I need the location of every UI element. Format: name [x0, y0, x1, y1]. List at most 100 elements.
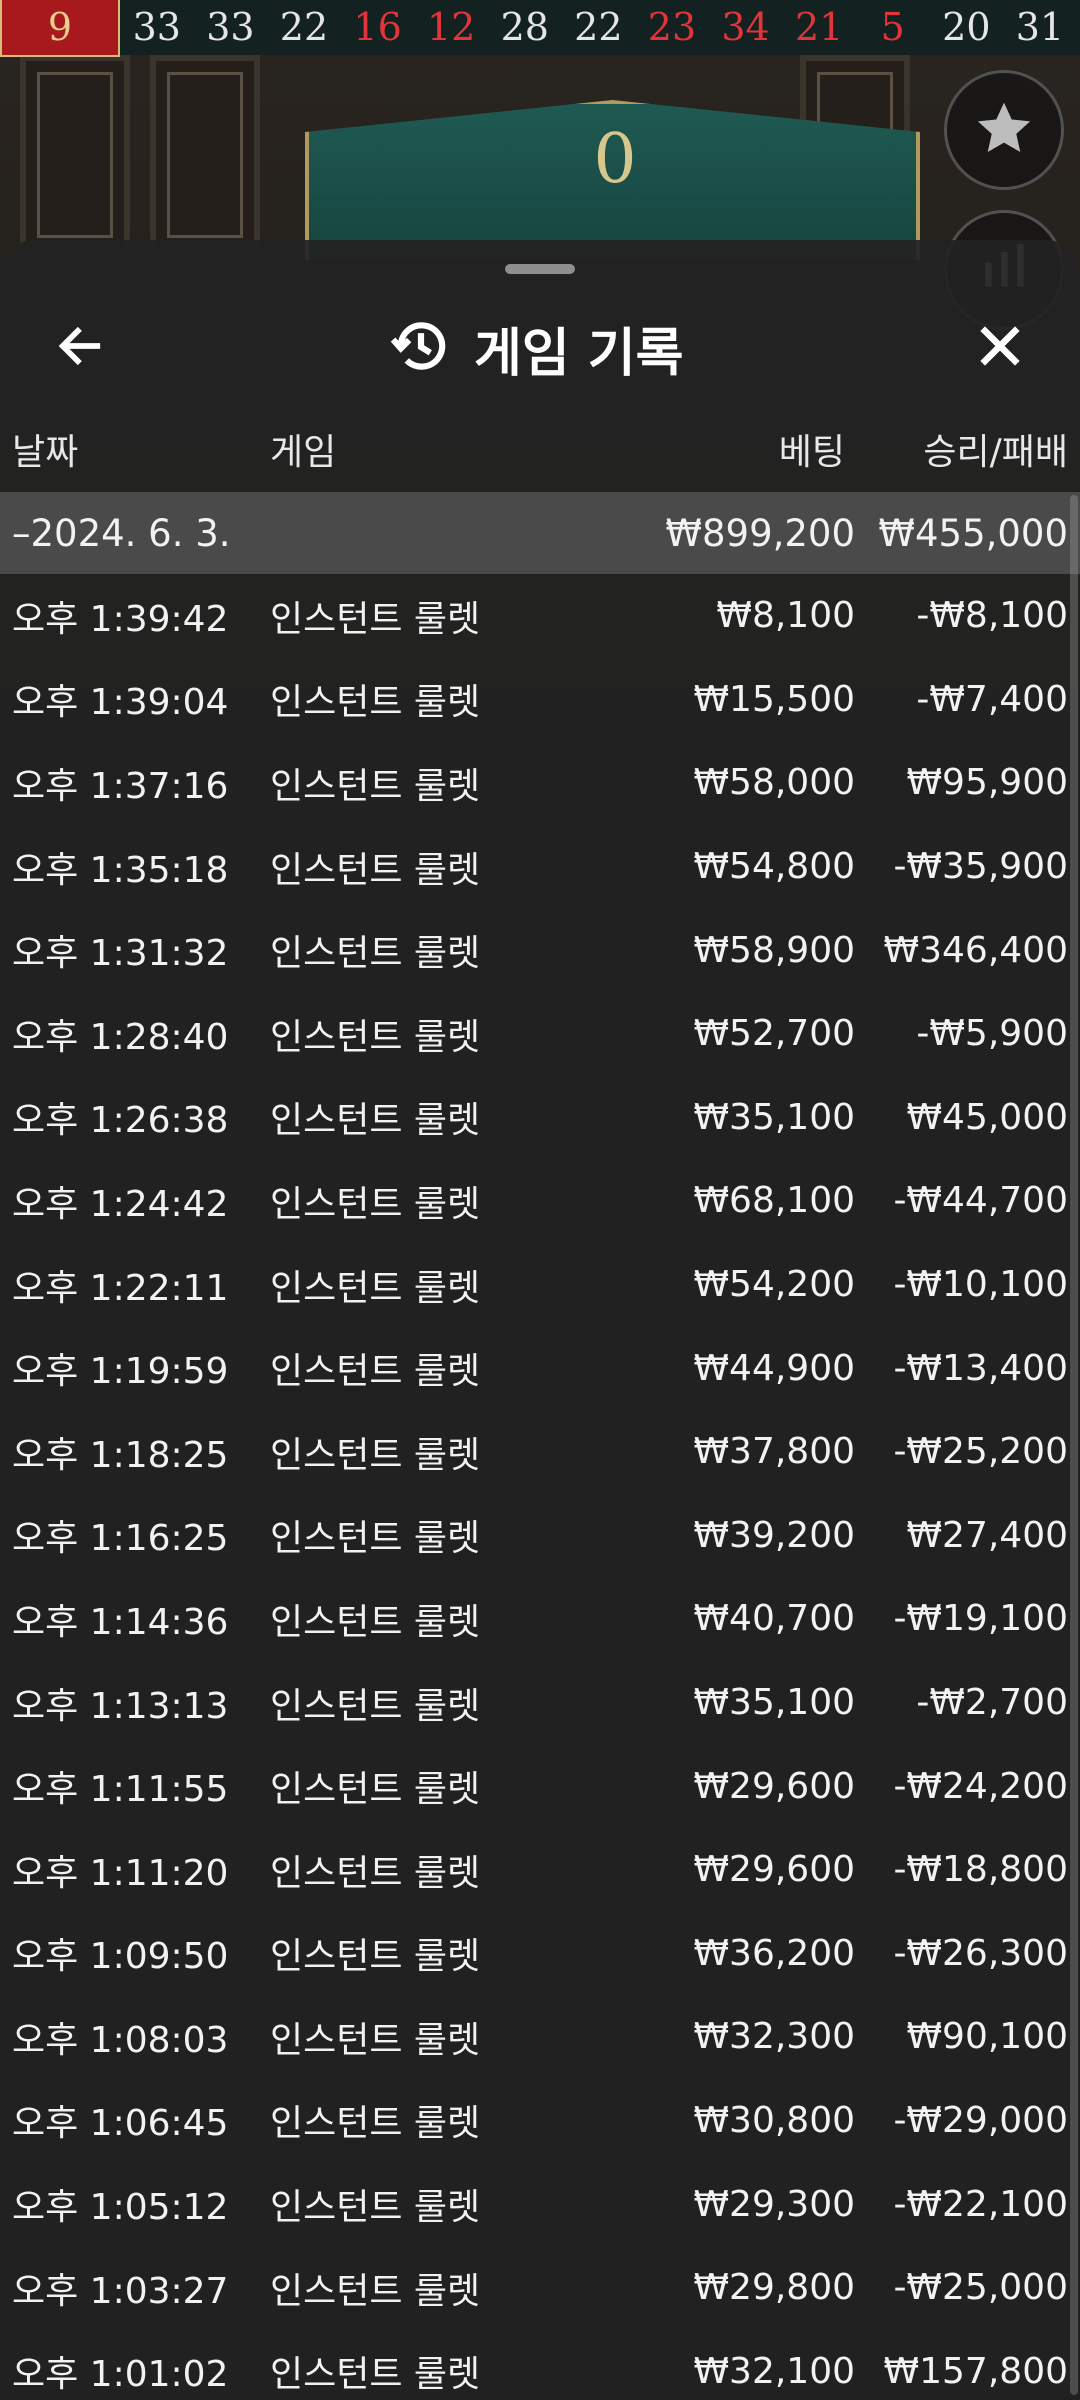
row-bet: ₩58,900	[693, 929, 855, 971]
row-time: 오후 1:18:25	[12, 1434, 229, 1476]
row-game: 인스턴트 룰렛	[270, 1685, 481, 1727]
history-number: 22	[279, 5, 329, 49]
table-row[interactable]: 오후 1:06:45 인스턴트 룰렛 ₩30,800 -₩29,000	[0, 2079, 1080, 2163]
history-number: 16	[353, 5, 402, 49]
row-game: 인스턴트 룰렛	[270, 1183, 481, 1225]
table-row[interactable]: 오후 1:35:18 인스턴트 룰렛 ₩54,800 -₩35,900	[0, 825, 1080, 909]
row-bet: ₩29,300	[693, 2183, 855, 2225]
row-game: 인스턴트 룰렛	[270, 2270, 481, 2312]
sheet-drag-handle[interactable]	[505, 264, 575, 274]
history-number: 33	[206, 5, 255, 49]
history-number-latest: 9	[0, 0, 120, 57]
table-row[interactable]: 오후 1:28:40 인스턴트 룰렛 ₩52,700 -₩5,900	[0, 992, 1080, 1076]
row-bet: ₩29,600	[693, 1765, 855, 1807]
row-game: 인스턴트 룰렛	[270, 1769, 481, 1811]
row-result: -₩25,000	[893, 2267, 1068, 2309]
table-row[interactable]: 오후 1:11:55 인스턴트 룰렛 ₩29,600 -₩24,200	[0, 1744, 1080, 1828]
table-row[interactable]: 오후 1:01:02 인스턴트 룰렛 ₩32,100 ₩157,800	[0, 2329, 1080, 2400]
table-row[interactable]: 오후 1:39:04 인스턴트 룰렛 ₩15,500 -₩7,400	[0, 658, 1080, 742]
row-bet: ₩58,000	[693, 762, 855, 804]
row-game: 인스턴트 룰렛	[270, 765, 481, 807]
row-time: 오후 1:19:59	[12, 1351, 229, 1393]
row-game: 인스턴트 룰렛	[270, 1601, 481, 1643]
row-result: -₩19,100	[893, 1598, 1068, 1640]
row-game: 인스턴트 룰렛	[270, 2103, 481, 2145]
table-row[interactable]: 오후 1:31:32 인스턴트 룰렛 ₩58,900 ₩346,400	[0, 908, 1080, 992]
table-row[interactable]: 오후 1:24:42 인스턴트 룰렛 ₩68,100 -₩44,700	[0, 1159, 1080, 1243]
row-time: 오후 1:39:42	[12, 598, 229, 640]
table-row[interactable]: 오후 1:08:03 인스턴트 룰렛 ₩32,300 ₩90,100	[0, 1995, 1080, 2079]
column-header-bet: 베팅	[778, 432, 845, 473]
wall-panel	[20, 55, 130, 255]
row-result: ₩45,000	[906, 1096, 1068, 1138]
table-row[interactable]: 오후 1:18:25 인스턴트 룰렛 ₩37,800 -₩25,200	[0, 1410, 1080, 1494]
row-result: -₩35,900	[893, 846, 1068, 888]
star-icon	[972, 96, 1036, 164]
row-result: -₩44,700	[893, 1180, 1068, 1222]
arrow-left-icon	[54, 320, 106, 376]
row-bet: ₩29,600	[693, 1849, 855, 1891]
table-row[interactable]: 오후 1:37:16 인스턴트 룰렛 ₩58,000 ₩95,900	[0, 741, 1080, 825]
row-time: 오후 1:01:02	[12, 2354, 229, 2396]
row-bet: ₩52,700	[693, 1013, 855, 1055]
row-result: ₩27,400	[906, 1514, 1068, 1556]
sheet-header: 게임 기록	[0, 290, 1080, 410]
table-row[interactable]: 오후 1:11:20 인스턴트 룰렛 ₩29,600 -₩18,800	[0, 1828, 1080, 1912]
row-game: 인스턴트 룰렛	[270, 933, 481, 975]
row-result: -₩18,800	[893, 1849, 1068, 1891]
table-row[interactable]: 오후 1:22:11 인스턴트 룰렛 ₩54,200 -₩10,100	[0, 1243, 1080, 1327]
date-group-row[interactable]: –2024. 6. 3. ₩899,200 ₩455,000	[0, 492, 1080, 574]
row-time: 오후 1:11:20	[12, 1852, 229, 1894]
table-row[interactable]: 오후 1:14:36 인스턴트 룰렛 ₩40,700 -₩19,100	[0, 1577, 1080, 1661]
row-game: 인스턴트 룰렛	[270, 1434, 481, 1476]
row-game: 인스턴트 룰렛	[270, 849, 481, 891]
back-button[interactable]	[40, 308, 120, 388]
close-button[interactable]	[960, 308, 1040, 388]
row-result: ₩95,900	[906, 762, 1068, 804]
history-table: –2024. 6. 3. ₩899,200 ₩455,000 오후 1:39:4…	[0, 492, 1080, 2400]
table-row[interactable]: 오후 1:16:25 인스턴트 룰렛 ₩39,200 ₩27,400	[0, 1494, 1080, 1578]
table-row[interactable]: 오후 1:03:27 인스턴트 룰렛 ₩29,800 -₩25,000	[0, 2246, 1080, 2330]
row-time: 오후 1:03:27	[12, 2270, 229, 2312]
row-bet: ₩32,300	[693, 2016, 855, 2058]
row-time: 오후 1:09:50	[12, 1936, 229, 1978]
row-time: 오후 1:24:42	[12, 1183, 229, 1225]
row-game: 인스턴트 룰렛	[270, 1936, 481, 1978]
history-number: 33	[132, 5, 181, 49]
scrollbar[interactable]	[1070, 495, 1078, 2395]
row-time: 오후 1:22:11	[12, 1267, 229, 1309]
history-number: 12	[426, 5, 476, 49]
row-bet: ₩35,100	[693, 1096, 855, 1138]
row-time: 오후 1:28:40	[12, 1016, 229, 1058]
history-number: 20	[942, 5, 991, 49]
row-game: 인스턴트 룰렛	[270, 1518, 481, 1560]
close-icon	[974, 320, 1026, 376]
favorite-button[interactable]	[944, 70, 1064, 190]
row-game: 인스턴트 룰렛	[270, 2187, 481, 2229]
table-row[interactable]: 오후 1:09:50 인스턴트 룰렛 ₩36,200 -₩26,300	[0, 1912, 1080, 1996]
row-time: 오후 1:16:25	[12, 1518, 229, 1560]
table-row[interactable]: 오후 1:39:42 인스턴트 룰렛 ₩8,100 -₩8,100	[0, 574, 1080, 658]
row-time: 오후 1:26:38	[12, 1100, 229, 1142]
history-number: 34	[721, 5, 770, 49]
row-game: 인스턴트 룰렛	[270, 1351, 481, 1393]
row-result: -₩25,200	[893, 1431, 1068, 1473]
row-game: 인스턴트 룰렛	[270, 598, 481, 640]
date-group-total-bet: ₩899,200	[665, 511, 855, 555]
table-row[interactable]: 오후 1:26:38 인스턴트 룰렛 ₩35,100 ₩45,000	[0, 1076, 1080, 1160]
table-row[interactable]: 오후 1:05:12 인스턴트 룰렛 ₩29,300 -₩22,100	[0, 2162, 1080, 2246]
table-row[interactable]: 오후 1:13:13 인스턴트 룰렛 ₩35,100 -₩2,700	[0, 1661, 1080, 1745]
row-bet: ₩35,100	[693, 1682, 855, 1724]
history-number: 5	[880, 5, 905, 49]
row-result: -₩8,100	[916, 595, 1068, 637]
row-game: 인스턴트 룰렛	[270, 1267, 481, 1309]
column-header-date: 날짜	[12, 432, 79, 473]
table-row[interactable]: 오후 1:19:59 인스턴트 룰렛 ₩44,900 -₩13,400	[0, 1326, 1080, 1410]
wall-panel	[150, 55, 260, 255]
row-game: 인스턴트 룰렛	[270, 2019, 481, 2061]
row-bet: ₩15,500	[693, 678, 855, 720]
sheet-title-group: 게임 기록	[390, 308, 683, 388]
row-time: 오후 1:35:18	[12, 849, 229, 891]
game-history-sheet: 게임 기록 날짜 게임 베팅 승리/패배 –2024. 6. 3. ₩899,2…	[0, 240, 1080, 2400]
date-group-date: –2024. 6. 3.	[12, 511, 231, 555]
